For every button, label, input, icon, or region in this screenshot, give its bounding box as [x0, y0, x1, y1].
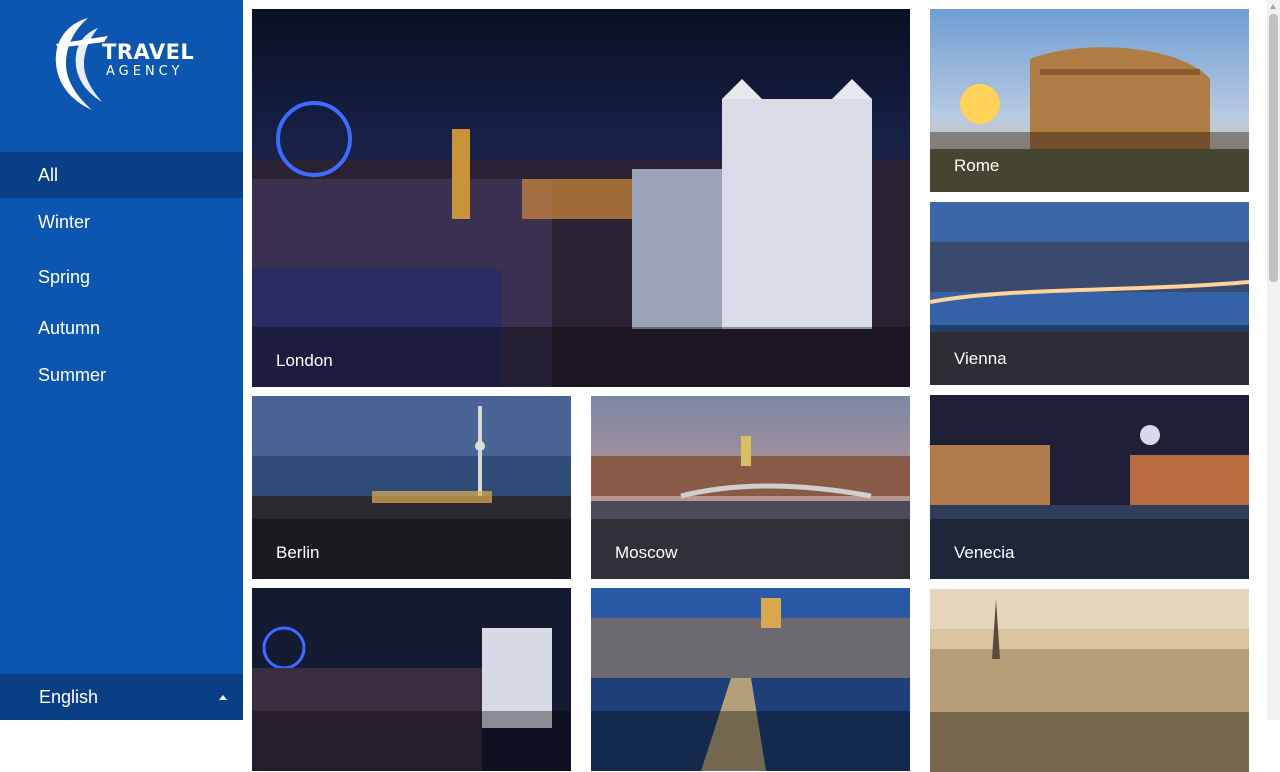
language-label: English: [39, 687, 99, 707]
brand-line1: TRAVEL: [102, 40, 195, 64]
tile-caption: [930, 712, 1249, 772]
tile-caption: Venecia: [930, 519, 1249, 579]
nav-item-label: Spring: [38, 267, 91, 287]
nav-item-spring[interactable]: Spring: [0, 254, 243, 300]
destination-tile-moscow[interactable]: Moscow: [591, 396, 910, 579]
tile-caption: London: [252, 327, 910, 387]
destination-name: Moscow: [615, 543, 678, 562]
destination-tile[interactable]: [930, 589, 1249, 772]
sidebar: TRAVEL AGENCY All Winter Spring Autumn S…: [0, 0, 243, 720]
destination-tile-london[interactable]: London: [252, 9, 910, 387]
travel-agency-logo[interactable]: TRAVEL AGENCY: [48, 14, 208, 114]
destination-name: Berlin: [276, 543, 320, 562]
nav-item-label: All: [38, 165, 59, 185]
destination-tile-venecia[interactable]: Venecia: [930, 395, 1249, 579]
tile-caption: Berlin: [252, 519, 571, 579]
language-selector[interactable]: English: [0, 674, 243, 720]
nav-item-all[interactable]: All: [0, 152, 243, 198]
nav-item-summer[interactable]: Summer: [0, 352, 243, 398]
destination-name: Rome: [954, 156, 1000, 175]
scroll-up-icon[interactable]: [1270, 4, 1276, 9]
caret-up-icon: [219, 695, 227, 700]
scrollbar-thumb[interactable]: [1269, 14, 1278, 282]
destination-tile[interactable]: [591, 588, 910, 771]
nav-item-label: Autumn: [38, 318, 101, 338]
nav-item-autumn[interactable]: Autumn: [0, 305, 243, 351]
destination-tile-vienna[interactable]: Vienna: [930, 202, 1249, 385]
tile-caption: Vienna: [930, 325, 1249, 385]
tile-caption: [591, 711, 910, 771]
brand-line2: AGENCY: [106, 64, 184, 79]
nav-item-winter[interactable]: Winter: [0, 199, 243, 245]
destination-tile-berlin[interactable]: Berlin: [252, 396, 571, 579]
tile-caption: Rome: [930, 132, 1249, 192]
destination-name: Vienna: [954, 349, 1007, 368]
destination-name: London: [276, 351, 333, 370]
nav-item-label: Summer: [38, 365, 107, 385]
page-scrollbar[interactable]: [1267, 0, 1280, 720]
tile-caption: [252, 711, 571, 771]
tile-caption: Moscow: [591, 519, 910, 579]
destination-tile[interactable]: [252, 588, 571, 771]
destination-tile-rome[interactable]: Rome: [930, 9, 1249, 192]
nav-item-label: Winter: [38, 212, 91, 232]
destination-name: Venecia: [954, 543, 1015, 562]
